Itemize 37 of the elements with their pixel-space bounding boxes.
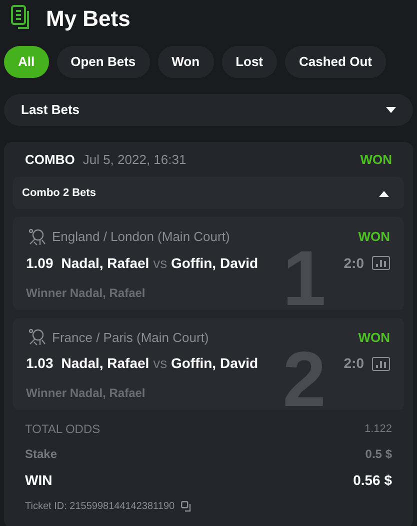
score: 2:0 [344,354,364,373]
filter-tab[interactable]: Open Bets [56,46,150,78]
score: 2:0 [344,254,364,272]
total-odds-label: TOTAL ODDS [25,421,100,438]
ticket-id: Ticket ID: 2155998144142381190 [25,500,175,514]
venue-label: France / Paris (Main Court) [52,328,209,347]
selection-label: Winner Nadal, Rafael [25,385,146,402]
odds-value: 1.03 [26,354,54,373]
stats-icon[interactable] [372,356,390,370]
copy-icon[interactable] [180,501,192,512]
odds-value: 1.09 [26,254,54,272]
stake-value: 0.5 $ [365,446,392,463]
total-odds-value: 1.122 [364,422,392,437]
venue-label: England / London (Main Court) [52,228,230,246]
selection-label: Winner Nadal, Rafael [25,284,146,302]
document-icon [10,5,32,31]
filter-tab[interactable]: Lost [222,46,278,78]
filter-tab[interactable]: Cashed Out [285,46,386,78]
page-title: My Bets [46,4,130,33]
filter-tab[interactable]: Won [158,46,214,78]
bets-dropdown[interactable]: Last Bets [4,94,413,126]
combo-toggle[interactable]: Combo 2 Bets [13,177,404,209]
stats-icon[interactable] [372,256,390,270]
caret-icon [379,190,389,196]
win-value: 0.56 $ [353,471,392,490]
match-name: Nadal, Rafael vs Goffin, David [61,254,258,272]
tennis-icon [28,228,46,246]
bet-type: COMBO [25,151,75,170]
leg-status: WON [358,228,390,246]
win-label: WIN [25,471,52,490]
tennis-icon [28,328,46,346]
match-name: Nadal, Rafael vs Goffin, David [61,354,258,373]
stake-label: Stake [25,446,58,463]
leg-status: WON [358,328,390,346]
bet-date: Jul 5, 2022, 16:31 [82,151,186,170]
bet-status: WON [360,151,392,170]
caret-icon [386,106,396,114]
